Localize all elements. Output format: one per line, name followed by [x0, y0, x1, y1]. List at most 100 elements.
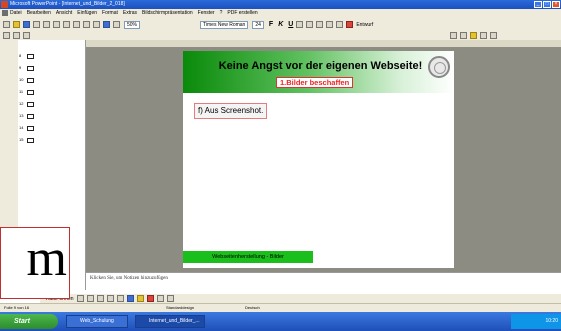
line-icon[interactable] [76, 295, 84, 302]
outline-slide-8[interactable]: 8 [19, 53, 37, 61]
status-design: Standarddesign [166, 305, 195, 310]
task-powerpoint[interactable]: Internet_und_Bilder_... [135, 315, 205, 328]
zoom-select[interactable]: 50% [124, 20, 141, 29]
outline-view-icon[interactable] [13, 32, 20, 39]
oval-icon[interactable] [106, 295, 114, 302]
outline-slide-13[interactable]: 13 [19, 113, 37, 121]
underline-icon[interactable]: U [288, 21, 293, 28]
seal-logo-icon [428, 56, 450, 78]
font-size-select[interactable]: 24 [252, 20, 264, 29]
design-button[interactable]: Entwurf [356, 22, 373, 28]
notes-placeholder: Klicken Sie, um Notizen hinzuzufügen [90, 276, 168, 281]
shading-icon[interactable] [460, 32, 467, 39]
shape-fill-icon[interactable] [470, 32, 477, 39]
standard-toolbar: 50% Times New Roman 24 F K U Entwurf [0, 18, 561, 31]
textbox-icon[interactable] [116, 295, 124, 302]
numbering-icon[interactable] [326, 21, 334, 28]
spellcheck-icon[interactable] [43, 21, 50, 28]
menu-item-datei[interactable]: Datei [10, 9, 22, 18]
title-bar: Microsoft PowerPoint - [Internet_und_Bil… [0, 0, 561, 9]
start-button[interactable]: Start [0, 314, 58, 329]
redo-icon[interactable] [93, 21, 100, 28]
notes-pane[interactable]: Klicken Sie, um Notizen hinzuzufügen [86, 272, 561, 294]
menu-bar: Datei Bearbeiten Ansicht Einfügen Format… [0, 9, 561, 18]
arrow-icon[interactable] [86, 295, 94, 302]
menu-item-bildschirmpraesentation[interactable]: Bildschirmpräsentation [142, 9, 193, 18]
slide-thumbnail [27, 54, 34, 59]
font-select[interactable]: Times New Roman [200, 20, 249, 29]
maximize-button[interactable]: □ [543, 1, 551, 8]
cut-icon[interactable] [53, 21, 60, 28]
slide-canvas[interactable]: Keine Angst vor der eigenen Webseite! 1.… [183, 51, 454, 268]
window-controls: _ □ × [534, 1, 560, 8]
line-color-icon[interactable] [146, 295, 154, 302]
options-icon[interactable] [490, 32, 497, 39]
drawing-toolbar: AutoFormen [40, 294, 561, 303]
slide-thumbnail [27, 126, 34, 131]
status-bar: Folie 9 von 16 Standarddesign Deutsch [0, 303, 561, 312]
font-color-icon[interactable] [346, 21, 354, 28]
menu-item-bearbeiten[interactable]: Bearbeiten [27, 9, 51, 18]
slide-thumbnail [27, 78, 34, 83]
window-title: Microsoft PowerPoint - [Internet_und_Bil… [10, 1, 125, 7]
slide-thumbnail [27, 138, 34, 143]
open-icon[interactable] [13, 21, 20, 28]
document-icon [2, 10, 8, 16]
menu-item-pdf[interactable]: PDF erstellen [227, 9, 257, 18]
outline-slide-12[interactable]: 12 [19, 101, 37, 109]
status-language: Deutsch [245, 305, 260, 310]
italic-icon[interactable]: K [278, 21, 283, 28]
ruler [86, 40, 561, 47]
minimize-button[interactable]: _ [534, 1, 542, 8]
overlay-box: m [0, 227, 70, 299]
draw-table-icon[interactable] [450, 32, 457, 39]
bullets-icon[interactable] [336, 21, 344, 28]
outline-slide-15[interactable]: 15 [19, 137, 37, 145]
slide-subtitle[interactable]: 1.Bilder beschaffen [276, 77, 354, 88]
align-right-icon[interactable] [316, 21, 324, 28]
rectangle-icon[interactable] [96, 295, 104, 302]
align-center-icon[interactable] [306, 21, 314, 28]
align-left-icon[interactable] [296, 21, 304, 28]
slide-thumbnail [27, 66, 34, 71]
bold-icon[interactable]: F [269, 21, 273, 28]
fill-color-icon[interactable] [136, 295, 144, 302]
wordart-icon[interactable] [126, 295, 134, 302]
system-tray: 10:20 [511, 314, 561, 329]
close-button[interactable]: × [552, 1, 560, 8]
slide-footer: Webseitenherstellung - Bilder [183, 251, 313, 263]
powerpoint-icon [1, 1, 8, 8]
print-icon[interactable] [33, 21, 40, 28]
outline-slide-10[interactable]: 10 [19, 77, 37, 85]
status-slide-info: Folie 9 von 16 [4, 305, 30, 310]
menu-item-fenster[interactable]: Fenster [198, 9, 215, 18]
outline-slide-11[interactable]: 11 [19, 89, 37, 97]
line-style-icon[interactable] [156, 295, 164, 302]
menu-item-format[interactable]: Format [102, 9, 118, 18]
new-icon[interactable] [3, 21, 10, 28]
slide-thumbnail [27, 102, 34, 107]
slide-thumbnail [27, 114, 34, 119]
insert-table-icon[interactable] [113, 21, 120, 28]
secondary-toolbar [0, 31, 561, 40]
task-web-schulung[interactable]: Web_Schulung [66, 315, 128, 328]
grid-icon[interactable] [480, 32, 487, 39]
taskbar: Start Web_Schulung Internet_und_Bilder_.… [0, 312, 561, 331]
slide-view-icon[interactable] [23, 32, 30, 39]
save-icon[interactable] [23, 21, 30, 28]
undo-icon[interactable] [83, 21, 90, 28]
menu-item-ansicht[interactable]: Ansicht [56, 9, 72, 18]
menu-item-help[interactable]: ? [220, 9, 223, 18]
normal-view-icon[interactable] [3, 32, 10, 39]
menu-item-extras[interactable]: Extras [123, 9, 137, 18]
slide-title[interactable]: Keine Angst vor der eigenen Webseite! [213, 60, 428, 72]
outline-slide-9[interactable]: 9 [19, 65, 37, 73]
insert-chart-icon[interactable] [103, 21, 110, 28]
menu-item-einfuegen[interactable]: Einfügen [77, 9, 97, 18]
paste-icon[interactable] [73, 21, 80, 28]
slide-text-box[interactable]: f) Aus Screenshot. [194, 103, 268, 119]
shadow-icon[interactable] [166, 295, 174, 302]
clock: 10:20 [545, 318, 558, 324]
copy-icon[interactable] [63, 21, 70, 28]
outline-slide-14[interactable]: 14 [19, 125, 37, 133]
